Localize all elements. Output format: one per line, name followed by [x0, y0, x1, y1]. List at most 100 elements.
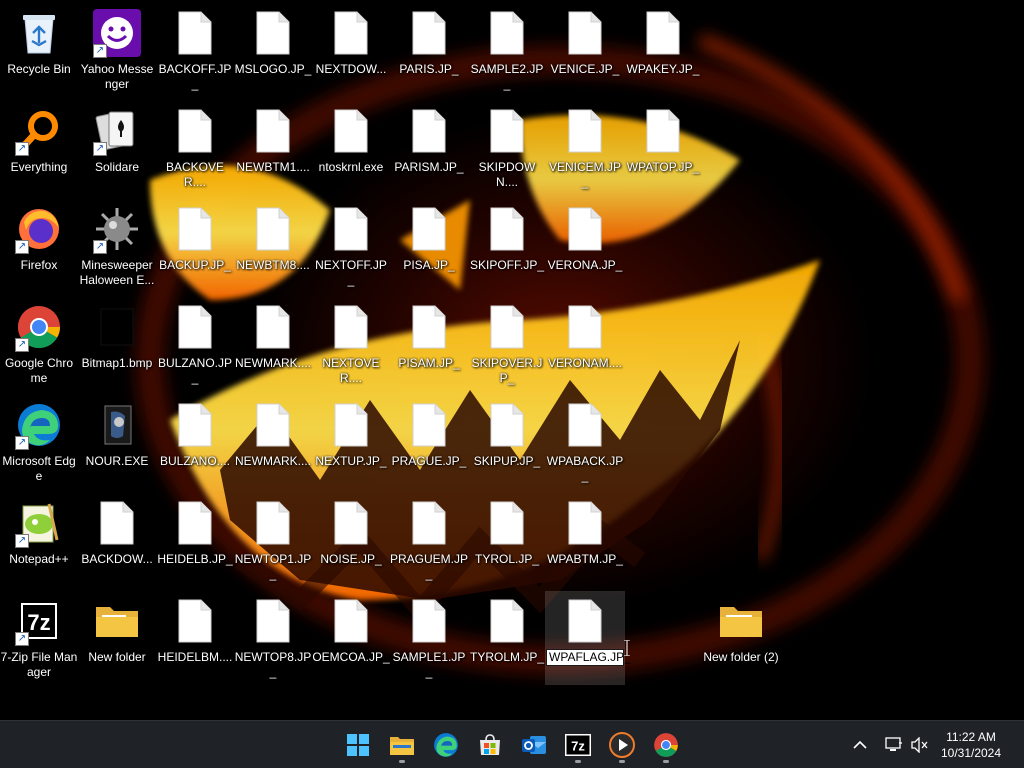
desktop-icon-label: BACKOFF.JP_ — [158, 62, 232, 91]
desktop-icon-label: Google Chrome — [4, 356, 74, 385]
desktop-icon-file[interactable]: BULZANO.... — [156, 396, 234, 488]
desktop-icon-recycle-bin[interactable]: Recycle Bin — [0, 4, 78, 96]
desktop-icon-file[interactable]: NEXTDOW... — [312, 4, 390, 96]
desktop-icon-file[interactable]: SKIPUP.JP_ — [468, 396, 546, 488]
chevron-up-icon — [853, 740, 867, 749]
desktop-icon-file[interactable]: NEWTOP8.JP_ — [234, 592, 312, 684]
file-icon — [404, 8, 454, 58]
desktop-icon-file[interactable]: NEWBTM8.... — [234, 200, 312, 292]
desktop-icon-label: PARISM.JP_ — [394, 160, 464, 174]
desktop-icon-file[interactable]: NEWTOP1.JP_ — [234, 494, 312, 586]
desktop-icon-solidare[interactable]: ↗ Solidare — [78, 102, 156, 194]
running-indicator — [619, 760, 625, 763]
desktop-icon-edge[interactable]: ↗ Microsoft Edge — [0, 396, 78, 488]
desktop-icon-file[interactable]: SKIPDOWN.... — [468, 102, 546, 194]
desktop-icon-yahoo-messenger[interactable]: ↗ Yahoo Messenger — [78, 4, 156, 96]
desktop-icon-label: BULZANO.JP_ — [157, 356, 232, 385]
desktop-icon-file[interactable]: PISA.JP_ — [390, 200, 468, 292]
desktop-icon-file[interactable]: BULZANO.JP_ — [156, 298, 234, 390]
desktop-icon-label: Minesweeper Haloween E... — [79, 258, 155, 287]
desktop-icon-file[interactable]: NOISE.JP_ — [312, 494, 390, 586]
file-icon — [482, 302, 532, 352]
exe-app-icon — [92, 400, 142, 450]
desktop-icon-bitmap1[interactable]: Bitmap1.bmp — [78, 298, 156, 390]
file-icon — [482, 8, 532, 58]
desktop-icon-file[interactable]: PARIS.JP_ — [390, 4, 468, 96]
desktop-icon-file[interactable]: HEIDELB.JP_ — [156, 494, 234, 586]
taskbar-chrome[interactable] — [646, 725, 686, 765]
outlook-icon — [522, 736, 546, 754]
taskbar-outlook[interactable] — [514, 725, 554, 765]
file-icon — [560, 8, 610, 58]
desktop-icon-notepadpp[interactable]: ↗ Notepad++ — [0, 494, 78, 586]
svg-text:7z: 7z — [571, 739, 585, 754]
desktop-icon-file[interactable]: VENICE.JP_ — [546, 4, 624, 96]
tray-clock[interactable]: 11:22 AM 10/31/2024 — [936, 729, 1006, 761]
taskbar-microsoft-store[interactable] — [470, 725, 510, 765]
desktop-icon-file[interactable]: SKIPOVER.JP_ — [468, 298, 546, 390]
desktop-icon-file[interactable]: WPAKEY.JP_ — [624, 4, 702, 96]
desktop-icon-file[interactable]: ntoskrnl.exe — [312, 102, 390, 194]
desktop-icon-everything[interactable]: ↗ Everything — [0, 102, 78, 194]
taskbar: 7z 11:22 AM 10/31/2024 — [0, 720, 1024, 768]
desktop-icon-file[interactable]: TYROLM.JP_ — [468, 592, 546, 684]
desktop-icon-label: Notepad++ — [9, 552, 69, 566]
tray-show-hidden-button[interactable] — [842, 725, 878, 765]
desktop-icon-file[interactable]: PISAM.JP_ — [390, 298, 468, 390]
desktop-icon-file[interactable]: TYROL.JP_ — [468, 494, 546, 586]
desktop-icon-minesweeper[interactable]: ↗ Minesweeper Haloween E... — [78, 200, 156, 292]
desktop-icon-label: NEXTUP.JP_ — [315, 454, 387, 468]
desktop-icon-file[interactable]: BACKUP.JP_ — [156, 200, 234, 292]
desktop-icon-file[interactable]: SAMPLE2.JP_ — [468, 4, 546, 96]
desktop-icon-label: VENICE.JP_ — [550, 62, 620, 76]
file-icon — [326, 400, 376, 450]
tray-network-button[interactable] — [880, 725, 908, 765]
desktop-icon-file[interactable]: WPATOP.JP_ — [624, 102, 702, 194]
desktop-icon-nour-exe[interactable]: NOUR.EXE — [78, 396, 156, 488]
desktop-icon-backdow[interactable]: BACKDOW... — [78, 494, 156, 586]
start-windows-icon — [347, 734, 369, 756]
desktop-icon-label: Yahoo Messenger — [80, 62, 154, 91]
desktop-icon-file[interactable]: SAMPLE1.JP_ — [390, 592, 468, 684]
taskbar-edge[interactable] — [426, 725, 466, 765]
desktop-icon-file[interactable]: BACKOVER.... — [156, 102, 234, 194]
desktop-icon-file[interactable]: OEMCOA.JP_ — [312, 592, 390, 684]
desktop-icon-file[interactable]: PRAGUE.JP_ — [390, 396, 468, 488]
desktop-icon-file[interactable]: SKIPOFF.JP_ — [468, 200, 546, 292]
file-icon — [248, 596, 298, 646]
desktop-icon-file[interactable]: HEIDELBM.... — [156, 592, 234, 684]
file-icon — [170, 498, 220, 548]
desktop-icon-file[interactable]: NEXTOVER.... — [312, 298, 390, 390]
taskbar-7zip[interactable]: 7z — [558, 725, 598, 765]
desktop-icon-file[interactable]: NEXTUP.JP_ — [312, 396, 390, 488]
desktop-icon-file[interactable]: NEWMARK.... — [234, 396, 312, 488]
rename-textbox[interactable]: WPAFLAG.JP_ — [546, 649, 631, 666]
desktop-icon-file[interactable]: NEXTOFF.JP_ — [312, 200, 390, 292]
tray-volume-button[interactable] — [906, 725, 934, 765]
desktop-icon-file[interactable]: WPABACK.JP_ — [546, 396, 624, 488]
desktop-icon-new-folder[interactable]: New folder — [78, 592, 156, 684]
desktop-icon-chrome[interactable]: ↗ Google Chrome — [0, 298, 78, 390]
everything-search-icon: ↗ — [14, 106, 64, 156]
running-indicator — [399, 760, 405, 763]
taskbar-file-explorer[interactable] — [382, 725, 422, 765]
desktop-icon-file[interactable]: BACKOFF.JP_ — [156, 4, 234, 96]
desktop-icon-file[interactable]: VERONA.JP_ — [546, 200, 624, 292]
desktop-icon-7zip[interactable]: 7z ↗ 7-Zip File Manager — [0, 592, 78, 684]
desktop-icon-file[interactable]: NEWBTM1.... — [234, 102, 312, 194]
desktop-icon-renaming-file[interactable]: WPAFLAG.JP_ — [545, 591, 631, 685]
desktop-icon-file[interactable]: PARISM.JP_ — [390, 102, 468, 194]
desktop-icon-file[interactable]: VERONAM.... — [546, 298, 624, 390]
desktop-icon-firefox[interactable]: ↗ Firefox — [0, 200, 78, 292]
desktop-icon-new-folder-2[interactable]: New folder (2) — [702, 592, 780, 684]
taskbar-start-button[interactable] — [338, 725, 378, 765]
desktop-icon-file[interactable]: PRAGUEM.JP_ — [390, 494, 468, 586]
desktop-icon-file[interactable]: WPABTM.JP_ — [546, 494, 624, 586]
desktop-icon-file[interactable]: NEWMARK.... — [234, 298, 312, 390]
desktop-icon-label: NEXTDOW... — [315, 62, 387, 76]
desktop-icon-file[interactable]: MSLOGO.JP_ — [234, 4, 312, 96]
desktop-icon-file[interactable]: VENICEM.JP_ — [546, 102, 624, 194]
file-icon — [560, 596, 610, 646]
desktop-icon-label: WPABACK.JP_ — [546, 454, 624, 483]
taskbar-media-player[interactable] — [602, 725, 642, 765]
